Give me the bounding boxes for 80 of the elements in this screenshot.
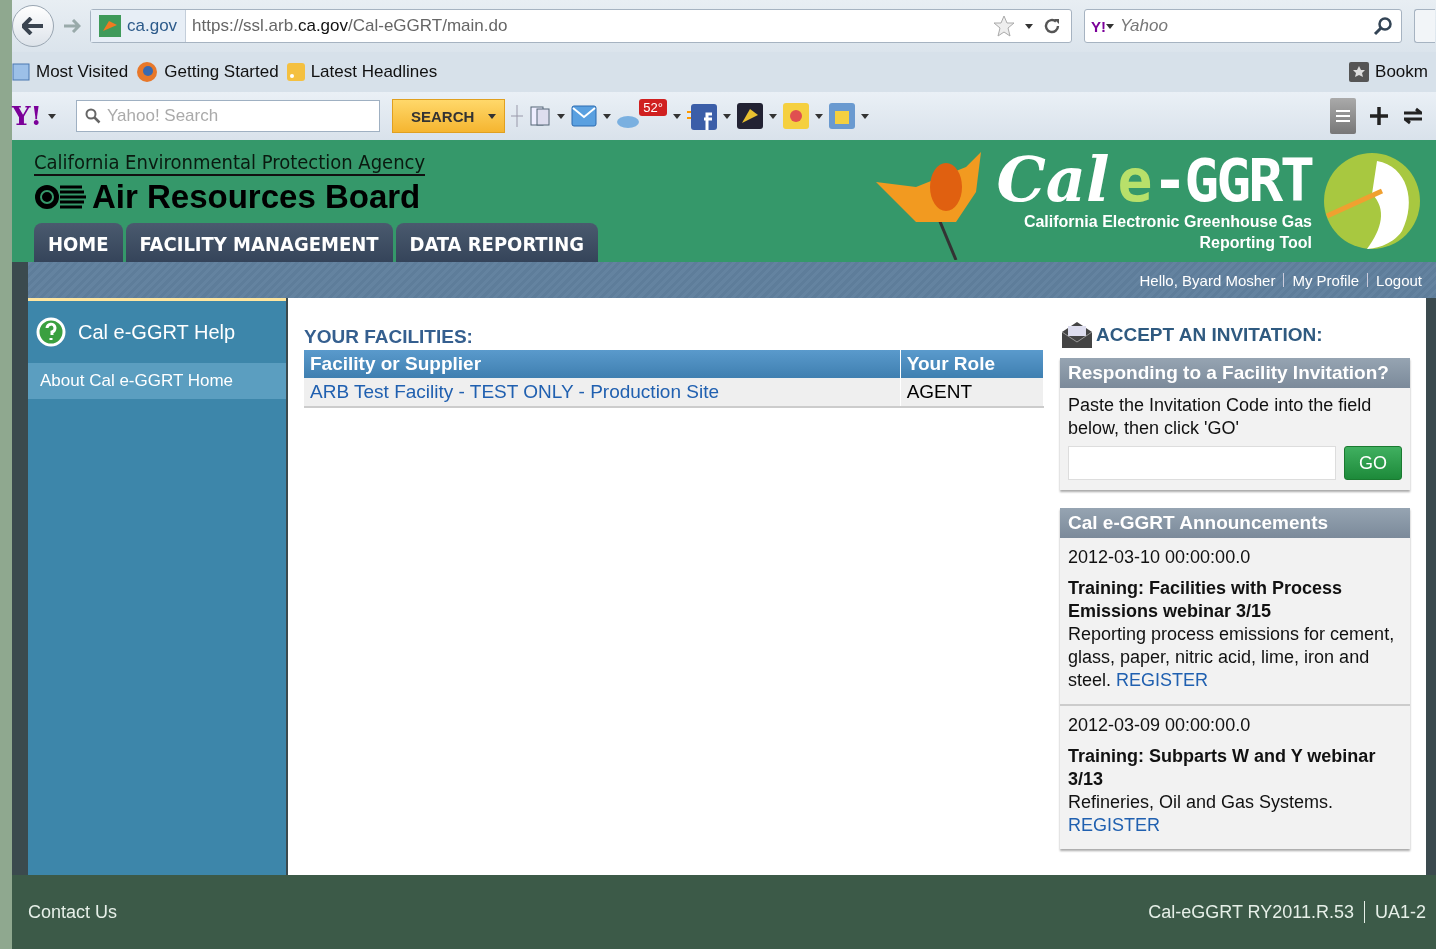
- star-icon[interactable]: [993, 15, 1015, 37]
- list-button[interactable]: [1330, 98, 1356, 134]
- list-icon: [1336, 110, 1350, 122]
- register-link[interactable]: REGISTER: [1068, 815, 1160, 835]
- nav-tab[interactable]: DATA REPORTING: [395, 223, 599, 262]
- facility-link[interactable]: ARB Test Facility - TEST ONLY - Production Site: [310, 381, 719, 402]
- user-link[interactable]: Logout: [1376, 271, 1422, 289]
- app-logo: Cal e-GGRT: [996, 149, 1312, 211]
- dropdown-arrow-icon[interactable]: [603, 113, 612, 119]
- dropdown-arrow-icon[interactable]: [815, 113, 823, 119]
- panel-title: Cal e-GGRT Announcements: [1060, 508, 1410, 538]
- envelope-icon: [1060, 320, 1094, 350]
- contact-link[interactable]: Contact Us: [28, 901, 118, 923]
- search-icon: [85, 108, 101, 124]
- section-title: YOUR FACILITIES:: [304, 326, 474, 348]
- server-text: UA1-2: [1374, 901, 1426, 923]
- user-link[interactable]: My Profile: [1292, 271, 1360, 289]
- greeting-text: Hello, Byard Mosher: [1139, 271, 1276, 289]
- board-emblem-icon: [34, 182, 86, 212]
- app-subtitle: California Electronic Greenhouse Gas Reporting Tool: [1023, 212, 1312, 253]
- dropdown-arrow-icon[interactable]: [1025, 23, 1033, 29]
- search-engine-logo[interactable]: Y!: [1085, 17, 1106, 35]
- yahoo-logo[interactable]: Y!: [12, 101, 42, 131]
- announcement-title: Training: Subparts W and Y webinar 3/13: [1068, 745, 1377, 791]
- register-link[interactable]: REGISTER: [1116, 670, 1209, 690]
- search-placeholder: Yahoo: [1119, 16, 1169, 36]
- column-header: Your Role: [900, 350, 1044, 378]
- plus-icon[interactable]: [1370, 107, 1388, 125]
- announcement-text: Reporting process emissions for cement, glass, paper, nitric acid, lime, iron and steel. REGISTER: [1068, 623, 1396, 692]
- sidebar-title: Cal e-GGRT Help: [78, 320, 236, 344]
- dropdown-arrow-icon[interactable]: [769, 113, 777, 119]
- bookmark-item[interactable]: Most Visited: [12, 62, 129, 82]
- bookmarks-menu[interactable]: Bookm: [1349, 62, 1428, 82]
- instructions-text: Paste the Invitation Code into the field below, then click 'GO': [1067, 394, 1373, 440]
- announcement-date: 2012-03-09 00:00:00.0: [1068, 714, 1252, 737]
- announcement-text: Refineries, Oil and Gas Systems. REGISTER: [1068, 791, 1335, 837]
- arrow-right-icon: [63, 19, 81, 33]
- dropdown-arrow-icon[interactable]: [723, 113, 731, 119]
- address-bar[interactable]: ca.gov https://ssl.arb.ca.gov/Cal-eGGRT/main.do: [90, 9, 1072, 43]
- column-header: Facility or Supplier: [304, 350, 901, 378]
- dropdown-arrow-icon[interactable]: [673, 113, 681, 119]
- table-cell: AGENT: [900, 378, 1044, 407]
- search-field[interactable]: Y! Yahoo: [1084, 9, 1402, 43]
- search-icon[interactable]: [1373, 16, 1393, 36]
- section-title: ACCEPT AN INVITATION:: [1096, 324, 1323, 346]
- document-icon[interactable]: [529, 105, 552, 127]
- search-button[interactable]: SEARCH: [392, 99, 506, 133]
- globe-icon: [136, 61, 159, 83]
- nav-tab[interactable]: HOME: [34, 223, 123, 262]
- url-text: https://ssl.arb.ca.gov/Cal-eGGRT/main.do: [191, 16, 509, 36]
- announcement-date: 2012-03-10 00:00:00.0: [1068, 546, 1252, 569]
- invitation-code-field[interactable]: [1068, 446, 1336, 480]
- help-icon: [36, 317, 66, 347]
- back-button[interactable]: [12, 5, 54, 47]
- search-placeholder: Yahoo! Search: [107, 106, 219, 126]
- site-favicon-icon: [99, 15, 121, 37]
- version-text: Cal-eGGRT RY2011.R.53: [1148, 901, 1354, 923]
- agency-name: California Environmental Protection Agency: [34, 150, 426, 176]
- panel-title: Responding to a Facility Invitation?: [1060, 358, 1410, 388]
- bookmark-item[interactable]: Latest Headlines: [286, 62, 438, 82]
- nav-tab[interactable]: FACILITY MANAGEMENT: [125, 223, 393, 262]
- board-name: Air Resources Board: [92, 178, 421, 216]
- divider-icon: [511, 105, 524, 127]
- heron-logo-icon: [1322, 151, 1422, 251]
- dropdown-arrow-icon[interactable]: [861, 113, 869, 119]
- dropdown-arrow-icon[interactable]: [1106, 23, 1114, 29]
- bookmark-item[interactable]: Getting Started: [136, 61, 279, 83]
- swap-icon[interactable]: [1402, 107, 1424, 125]
- announcement-title: Training: Facilities with Process Emissions webinar 3/15: [1068, 577, 1344, 623]
- reload-icon[interactable]: [1043, 17, 1061, 35]
- caret-icon: [488, 113, 497, 119]
- feed-icon: [286, 63, 305, 81]
- dropdown-arrow-icon[interactable]: [48, 113, 56, 119]
- dropdown-arrow-icon[interactable]: [557, 113, 566, 119]
- site-identity-button[interactable]: ca.gov: [91, 10, 187, 42]
- mail-icon[interactable]: [571, 104, 598, 128]
- temperature-badge: 52°: [639, 99, 667, 116]
- arrow-left-icon: [22, 17, 44, 35]
- social-icon[interactable]: [687, 102, 717, 130]
- page-icon: [12, 63, 30, 81]
